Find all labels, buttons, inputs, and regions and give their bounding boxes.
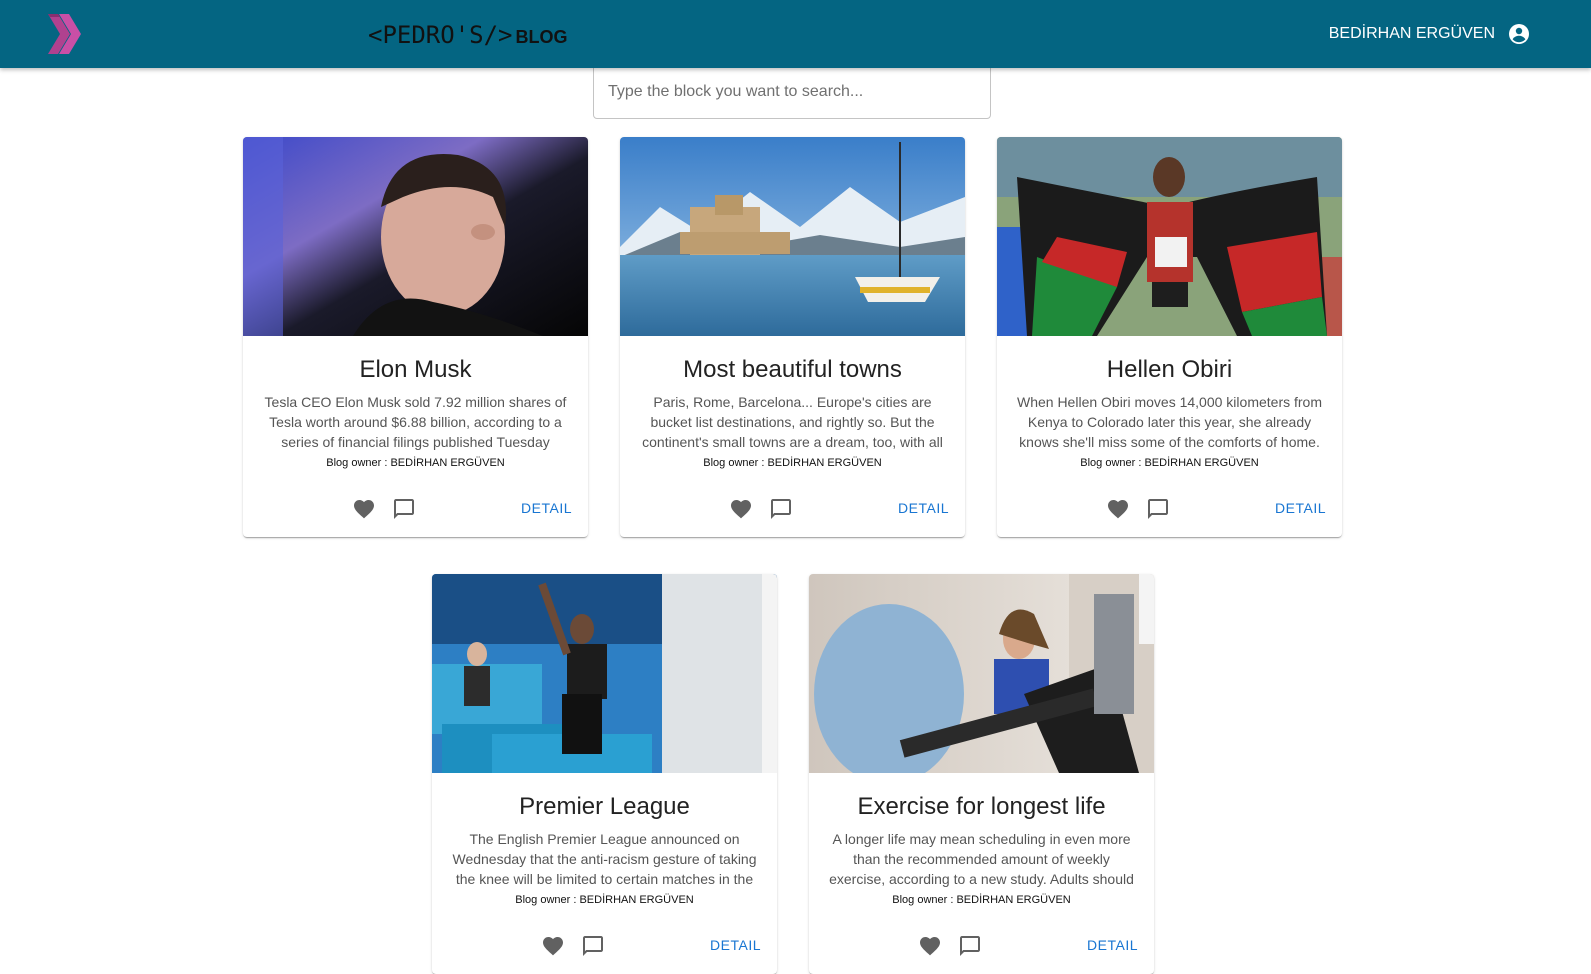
detail-button[interactable]: DETAIL bbox=[1087, 937, 1138, 953]
card-description: When Hellen Obiri moves 14,000 kilometer… bbox=[1016, 394, 1322, 450]
detail-button[interactable]: DETAIL bbox=[521, 500, 572, 516]
chat-bubble-icon[interactable] bbox=[392, 497, 418, 523]
chat-bubble-icon[interactable] bbox=[1146, 497, 1172, 523]
heart-icon[interactable] bbox=[918, 934, 944, 960]
card-image[interactable] bbox=[620, 137, 965, 336]
card-title: Elon Musk bbox=[359, 356, 472, 383]
card-title: Exercise for longest life bbox=[857, 793, 1106, 820]
card-actions: DETAIL bbox=[243, 495, 588, 525]
search-box bbox=[593, 62, 991, 119]
brand-suffix: BLOG bbox=[515, 27, 568, 47]
card-title: Most beautiful towns bbox=[683, 356, 902, 383]
card-description: The English Premier League announced on … bbox=[452, 831, 757, 887]
card-actions: DETAIL bbox=[997, 495, 1342, 525]
card-title: Hellen Obiri bbox=[1106, 356, 1233, 383]
heart-icon[interactable] bbox=[541, 934, 567, 960]
card-title: Premier League bbox=[519, 793, 690, 820]
card-owner: Blog owner : BEDİRHAN ERGÜVEN bbox=[703, 457, 882, 469]
account-circle-icon[interactable] bbox=[1507, 22, 1531, 46]
heart-icon[interactable] bbox=[729, 497, 755, 523]
chat-bubble-icon[interactable] bbox=[581, 934, 607, 960]
card-description: Paris, Rome, Barcelona... Europe's citie… bbox=[642, 394, 943, 450]
brand-text: <PEDRO'S/> bbox=[368, 21, 513, 49]
card-owner: Blog owner : BEDİRHAN ERGÜVEN bbox=[326, 457, 505, 469]
double-chevron-logo-icon[interactable] bbox=[46, 12, 84, 56]
user-name: BEDİRHAN ERGÜVEN bbox=[1328, 25, 1495, 42]
card-description: A longer life may mean scheduling in eve… bbox=[829, 831, 1134, 887]
heart-icon[interactable] bbox=[352, 497, 378, 523]
card-description: Tesla CEO Elon Musk sold 7.92 million sh… bbox=[264, 394, 567, 450]
chat-bubble-icon[interactable] bbox=[958, 934, 984, 960]
card-owner: Blog owner : BEDİRHAN ERGÜVEN bbox=[515, 894, 694, 906]
detail-button[interactable]: DETAIL bbox=[898, 500, 949, 516]
card-owner: Blog owner : BEDİRHAN ERGÜVEN bbox=[1080, 457, 1259, 469]
heart-icon[interactable] bbox=[1106, 497, 1132, 523]
card-image[interactable] bbox=[432, 574, 777, 773]
card-image[interactable] bbox=[243, 137, 588, 336]
blog-card: Most beautiful towns Paris, Rome, Barcel… bbox=[620, 137, 965, 537]
blog-card: Hellen Obiri When Hellen Obiri moves 14,… bbox=[997, 137, 1342, 537]
blog-card: Elon Musk Tesla CEO Elon Musk sold 7.92 … bbox=[243, 137, 588, 537]
search-input[interactable] bbox=[606, 73, 980, 111]
detail-button[interactable]: DETAIL bbox=[1275, 500, 1326, 516]
detail-button[interactable]: DETAIL bbox=[710, 937, 761, 953]
card-image[interactable] bbox=[997, 137, 1342, 336]
user-menu[interactable]: BEDİRHAN ERGÜVEN bbox=[1329, 0, 1531, 68]
card-image[interactable] bbox=[809, 574, 1154, 773]
blog-card: Exercise for longest life A longer life … bbox=[809, 574, 1154, 974]
chat-bubble-icon[interactable] bbox=[769, 497, 795, 523]
blog-card: Premier League The English Premier Leagu… bbox=[432, 574, 777, 974]
brand-title[interactable]: <PEDRO'S/> BLOG bbox=[368, 21, 568, 51]
card-actions: DETAIL bbox=[620, 495, 965, 525]
card-owner: Blog owner : BEDİRHAN ERGÜVEN bbox=[892, 894, 1071, 906]
app-bar: <PEDRO'S/> BLOG BEDİRHAN ERGÜVEN bbox=[0, 0, 1591, 68]
